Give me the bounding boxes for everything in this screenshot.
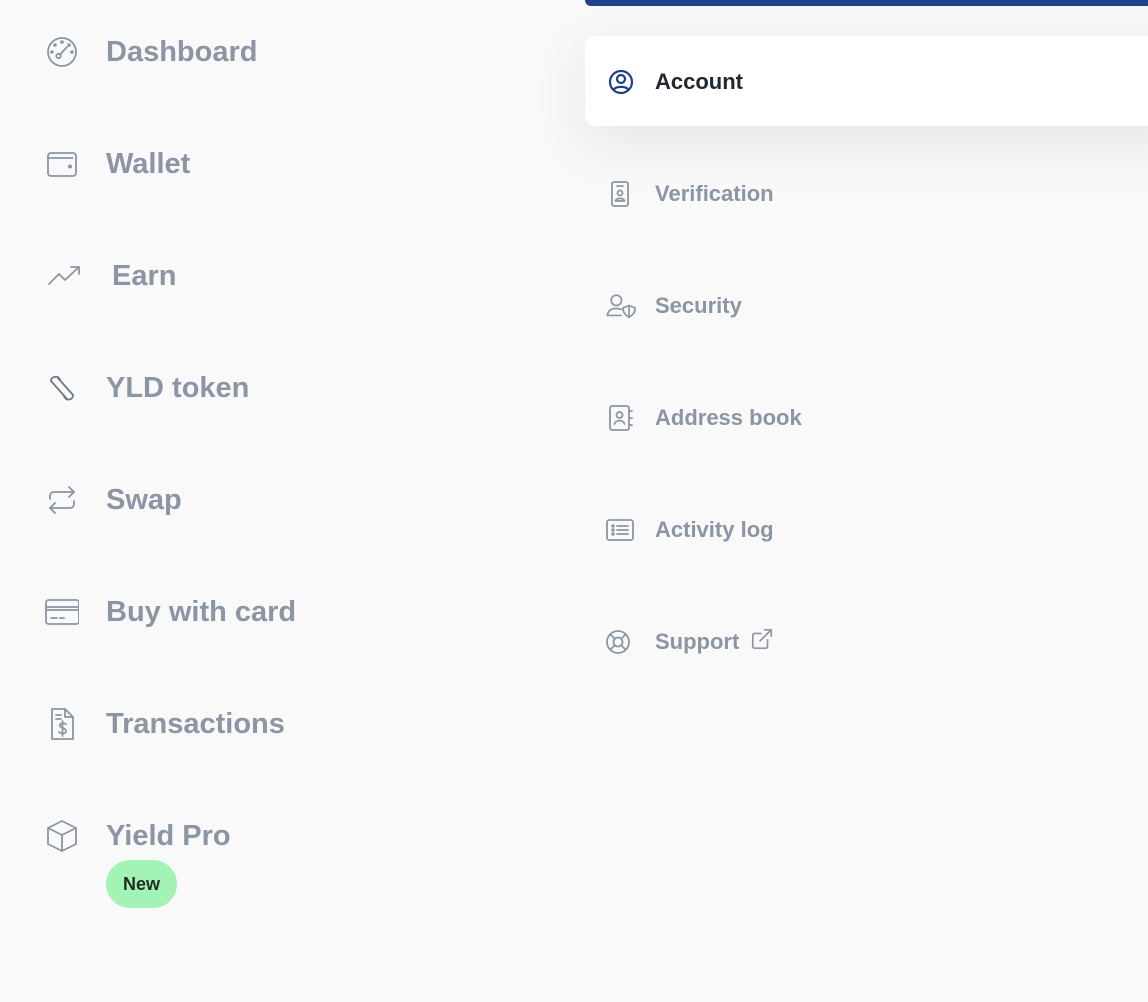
user-shield-icon xyxy=(605,292,639,320)
submenu-item-label: Activity log xyxy=(655,517,774,542)
submenu-item-label: Account xyxy=(655,69,743,94)
sidebar-item-label: Buy with card xyxy=(106,595,297,628)
dashboard-gauge-icon xyxy=(44,34,80,70)
sidebar-item-buy-with-card[interactable]: Buy with card xyxy=(0,582,520,642)
submenu-item-support[interactable]: Support xyxy=(585,617,1148,667)
sidebar-item-wallet[interactable]: Wallet xyxy=(0,134,520,194)
sidebar-item-dashboard[interactable]: Dashboard xyxy=(0,22,520,82)
sidebar-item-swap[interactable]: Swap xyxy=(0,470,520,530)
sidebar-nav: Dashboard Wallet Earn YLD token Swap Buy… xyxy=(0,0,560,1002)
sidebar-item-yld-token[interactable]: YLD token xyxy=(0,358,520,418)
trending-up-icon xyxy=(46,258,82,294)
list-icon xyxy=(605,516,635,544)
sidebar-item-label: Yield Pro xyxy=(106,819,231,852)
sidebar-item-label: Swap xyxy=(106,483,182,516)
sidebar-item-label: Earn xyxy=(112,259,177,292)
sidebar-item-label: Transactions xyxy=(106,707,285,740)
submenu-item-label: Verification xyxy=(655,181,774,206)
submenu-item-address-book[interactable]: Address book xyxy=(585,393,1148,443)
new-badge: New xyxy=(106,860,177,908)
submenu-item-activity-log[interactable]: Activity log xyxy=(585,505,1148,555)
submenu-item-account[interactable]: Account xyxy=(585,57,1148,107)
sidebar-item-label: YLD token xyxy=(106,371,250,404)
sidebar-item-yield-pro[interactable]: Yield Pro xyxy=(0,806,520,866)
submenu-item-label: Support xyxy=(655,629,740,654)
submenu-item-label: Security xyxy=(655,293,742,318)
lifebuoy-icon xyxy=(603,628,633,656)
submenu-item-security[interactable]: Security xyxy=(585,281,1148,331)
sidebar-item-label: Dashboard xyxy=(106,35,258,68)
external-link-icon xyxy=(750,627,776,653)
sidebar-item-label: Wallet xyxy=(106,147,191,180)
credit-card-icon xyxy=(44,594,80,630)
wallet-icon xyxy=(44,146,80,182)
sidebar-item-earn[interactable]: Earn xyxy=(0,246,520,306)
submenu-item-verification[interactable]: Verification xyxy=(585,169,1148,219)
submenu-item-label: Address book xyxy=(655,405,802,430)
swap-arrows-icon xyxy=(44,482,80,518)
receipt-dollar-icon xyxy=(44,706,80,742)
id-badge-icon xyxy=(605,180,635,208)
cube-icon xyxy=(44,818,80,854)
yld-token-icon xyxy=(44,370,80,406)
account-submenu: Account Verification Security Address bo… xyxy=(585,0,1148,1002)
user-circle-icon xyxy=(606,68,636,96)
contact-book-icon xyxy=(605,404,635,432)
sidebar-item-transactions[interactable]: Transactions xyxy=(0,694,520,754)
